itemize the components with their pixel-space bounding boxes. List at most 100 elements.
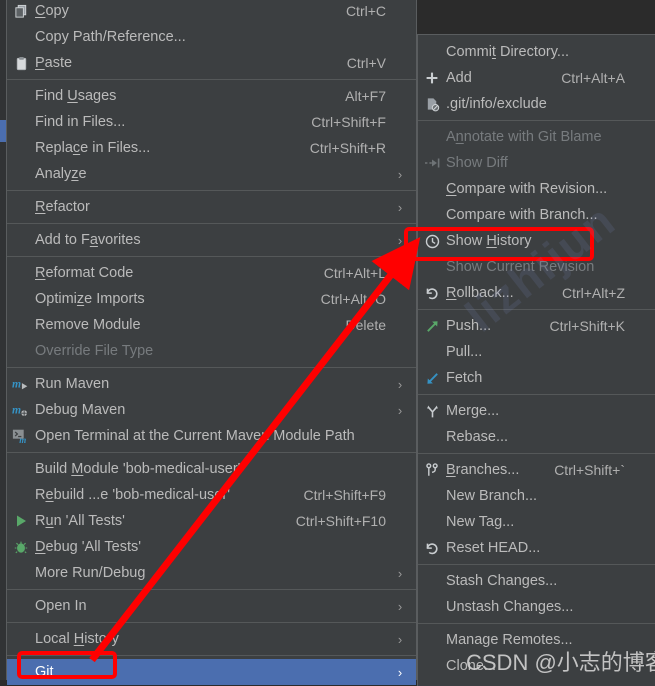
menu-item-open-terminal-at-the-current-maven-modul[interactable]: m Open Terminal at the Current Maven Modu…: [7, 423, 416, 449]
no-icon: [7, 560, 35, 586]
plus-icon: [418, 65, 446, 91]
no-icon: [7, 626, 35, 652]
menu-item-label: Local History: [35, 631, 119, 647]
menu-item-label: Show History: [446, 233, 532, 249]
menu-item-unstash-changes[interactable]: Unstash Changes...: [418, 594, 655, 620]
editor-top-strip: [417, 0, 655, 34]
menu-item-reformat-code[interactable]: Reformat Code Ctrl+Alt+L: [7, 260, 416, 286]
menu-item-refactor[interactable]: Refactor ›: [7, 194, 416, 220]
menu-item-run-all-tests[interactable]: Run 'All Tests' Ctrl+Shift+F10: [7, 508, 416, 534]
maven-debug-icon: m: [7, 397, 35, 423]
menu-item-label: Paste: [35, 55, 73, 71]
menu-item-label: Remove Module: [35, 317, 141, 333]
menu-item-find-usages[interactable]: Find Usages Alt+F7: [7, 83, 416, 109]
menu-item-debug-maven[interactable]: m Debug Maven ›: [7, 397, 416, 423]
menu-item-new-branch[interactable]: New Branch...: [418, 483, 655, 509]
menu-item-open-in[interactable]: Open In ›: [7, 593, 416, 619]
menu-item-label: Open In: [35, 598, 87, 614]
no-icon: [7, 227, 35, 253]
menu-item-rebuild-e-bob-medical-user[interactable]: Rebuild ...e 'bob-medical-user' Ctrl+Shif…: [7, 482, 416, 508]
menu-separator: [7, 452, 416, 453]
menu-item-label: Fetch: [446, 370, 483, 386]
menu-item-shortcut: Ctrl+Alt+L: [323, 265, 386, 281]
menu-item-run-maven[interactable]: m Run Maven ›: [7, 371, 416, 397]
menu-item-compare-with-branch[interactable]: Compare with Branch...: [418, 202, 655, 228]
menu-item-label: New Tag...: [446, 514, 515, 530]
menu-item-git[interactable]: Git ›: [7, 659, 416, 685]
menu-item-label: Analyze: [35, 166, 87, 182]
no-icon: [418, 339, 446, 365]
menu-item-build-module-bob-medical-user[interactable]: Build Module 'bob-medical-user': [7, 456, 416, 482]
menu-item-find-in-files[interactable]: Find in Files... Ctrl+Shift+F: [7, 109, 416, 135]
menu-item-push[interactable]: Push... Ctrl+Shift+K: [418, 313, 655, 339]
menu-separator: [7, 190, 416, 191]
menu-item-optimize-imports[interactable]: Optimize Imports Ctrl+Alt+O: [7, 286, 416, 312]
chevron-right-icon: ›: [397, 376, 403, 392]
menu-item-add[interactable]: Add Ctrl+Alt+A: [418, 65, 655, 91]
menu-item-rebase[interactable]: Rebase...: [418, 424, 655, 450]
menu-item-label: Build Module 'bob-medical-user': [35, 461, 241, 477]
menu-item-show-history[interactable]: Show History: [418, 228, 655, 254]
menu-item-label: Rebase...: [446, 429, 509, 445]
menu-item-label: Branches...: [446, 462, 520, 478]
menu-item-replace-in-files[interactable]: Replace in Files... Ctrl+Shift+R: [7, 135, 416, 161]
menu-item-remove-module[interactable]: Remove Module Delete: [7, 312, 416, 338]
chevron-right-icon: ›: [397, 166, 403, 182]
menu-item-paste[interactable]: Paste Ctrl+V: [7, 50, 416, 76]
menu-item-analyze[interactable]: Analyze ›: [7, 161, 416, 187]
no-icon: [7, 659, 35, 685]
menu-item-clone[interactable]: Clone...: [418, 653, 655, 679]
menu-item-add-to-favorites[interactable]: Add to Favorites ›: [7, 227, 416, 253]
menu-item-git-info-exclude[interactable]: .git/info/exclude: [418, 91, 655, 117]
menu-item-manage-remotes[interactable]: Manage Remotes...: [418, 627, 655, 653]
menu-item-label: New Branch...: [446, 488, 538, 504]
branch-icon: [418, 457, 446, 483]
no-icon: [7, 161, 35, 187]
menu-item-merge[interactable]: Merge...: [418, 398, 655, 424]
menu-item-local-history[interactable]: Local History ›: [7, 626, 416, 652]
no-icon: [418, 653, 446, 679]
menu-separator: [7, 622, 416, 623]
menu-item-reset-head[interactable]: Reset HEAD...: [418, 535, 655, 561]
menu-item-label: Commit Directory...: [446, 44, 569, 60]
menu-item-copy[interactable]: Copy Ctrl+C: [7, 0, 416, 24]
menu-item-label: Copy: [35, 3, 69, 19]
menu-item-branches[interactable]: Branches... Ctrl+Shift+`: [418, 457, 655, 483]
menu-item-rollback[interactable]: Rollback... Ctrl+Alt+Z: [418, 280, 655, 306]
menu-item-compare-with-revision[interactable]: Compare with Revision...: [418, 176, 655, 202]
menu-item-shortcut: Ctrl+Shift+F9: [303, 487, 386, 503]
menu-separator: [418, 453, 655, 454]
menu-item-label: Debug Maven: [35, 402, 126, 418]
git-submenu[interactable]: Commit Directory... Add Ctrl+Alt+A .git/inf…: [417, 34, 655, 686]
menu-separator: [7, 655, 416, 656]
menu-item-pull[interactable]: Pull...: [418, 339, 655, 365]
menu-item-copy-path-reference[interactable]: Copy Path/Reference...: [7, 24, 416, 50]
no-icon: [7, 109, 35, 135]
no-icon: [418, 509, 446, 535]
menu-item-shortcut: Delete: [345, 317, 386, 333]
clock-icon: [418, 228, 446, 254]
editor-context-menu[interactable]: Copy Ctrl+C Copy Path/Reference... Paste Ctr…: [6, 0, 417, 685]
menu-item-commit-directory[interactable]: Commit Directory...: [418, 39, 655, 65]
menu-item-more-run-debug[interactable]: More Run/Debug ›: [7, 560, 416, 586]
menu-item-shortcut: Ctrl+Alt+A: [561, 70, 625, 86]
menu-item-label: Manage Remotes...: [446, 632, 573, 648]
menu-item-annotate-with-git-blame: Annotate with Git Blame: [418, 124, 655, 150]
menu-item-fetch[interactable]: Fetch: [418, 365, 655, 391]
menu-item-shortcut: Ctrl+Shift+K: [549, 318, 625, 334]
diff-icon: [418, 150, 446, 176]
menu-item-label: Refactor: [35, 199, 90, 215]
menu-item-label: Replace in Files...: [35, 140, 151, 156]
menu-item-new-tag[interactable]: New Tag...: [418, 509, 655, 535]
menu-separator: [418, 394, 655, 395]
menu-item-override-file-type: Override File Type: [7, 338, 416, 364]
no-icon: [7, 135, 35, 161]
menu-item-debug-all-tests[interactable]: Debug 'All Tests': [7, 534, 416, 560]
terminal-maven-icon: m: [7, 423, 35, 449]
menu-item-shortcut: Ctrl+Alt+Z: [561, 285, 625, 301]
no-icon: [7, 456, 35, 482]
menu-item-label: Clone...: [446, 658, 496, 674]
menu-separator: [418, 120, 655, 121]
menu-item-stash-changes[interactable]: Stash Changes...: [418, 568, 655, 594]
no-icon: [418, 254, 446, 280]
